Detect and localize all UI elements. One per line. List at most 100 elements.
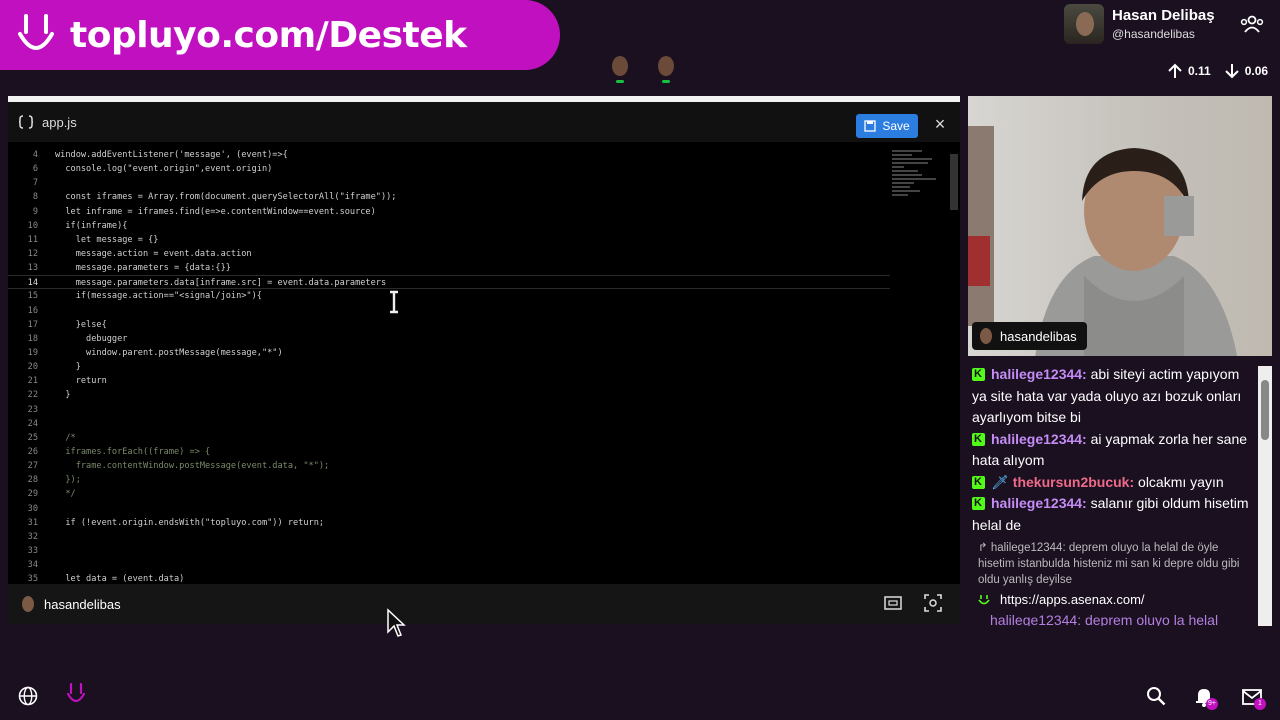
code-area[interactable]: 4 window.addEventListener('message', (eve… — [8, 148, 890, 584]
braces-icon — [18, 115, 34, 129]
code-line[interactable]: 35 let data = (event.data) — [8, 572, 890, 584]
code-text: } — [55, 390, 71, 401]
line-number: 4 — [32, 150, 38, 160]
chat-username[interactable]: halilege12344: — [991, 366, 1087, 382]
code-line[interactable]: 8 const iframes = Array.from(document.qu… — [8, 190, 890, 204]
people-icon[interactable] — [1240, 14, 1264, 34]
code-line[interactable]: 24 — [8, 417, 890, 431]
line-number: 17 — [27, 319, 38, 330]
code-line[interactable]: 31 if (!event.origin.endsWith("topluyo.c… — [8, 516, 890, 530]
avatar — [1064, 4, 1104, 44]
code-line[interactable]: 29 */ — [8, 487, 890, 501]
code-text: const iframes = Array.from(document.quer… — [55, 192, 397, 203]
line-number: 26 — [27, 446, 38, 457]
code-line[interactable]: 20 } — [8, 360, 890, 374]
code-line[interactable]: 30 — [8, 502, 890, 516]
code-line[interactable]: 25 /* — [8, 431, 890, 445]
line-number: 19 — [27, 347, 38, 358]
chat-username[interactable]: halilege12344: — [991, 431, 1087, 447]
code-line[interactable]: 26 iframes.forEach((frame) => { — [8, 445, 890, 459]
arrow-up-icon — [1168, 63, 1182, 78]
upload-value: 0.11 — [1188, 64, 1211, 78]
profile-handle: @hasandelibas — [1112, 27, 1195, 41]
line-number: 23 — [27, 404, 38, 415]
webcam-username: hasandelibas — [1000, 328, 1077, 344]
code-line[interactable]: 22 } — [8, 388, 890, 402]
line-number: 22 — [27, 390, 38, 401]
line-number: 28 — [27, 475, 38, 486]
code-line[interactable]: 18 debugger — [8, 332, 890, 346]
kick-badge-icon — [972, 493, 985, 515]
download-value: 0.06 — [1244, 64, 1269, 78]
line-number: 24 — [27, 418, 38, 429]
code-line[interactable]: 14 message.parameters.data[inframe.src] … — [8, 275, 890, 290]
code-text: */ — [55, 489, 76, 500]
code-line[interactable]: 34 — [8, 558, 890, 572]
code-text: }); — [55, 475, 81, 486]
line-number: 20 — [27, 362, 38, 373]
kick-badge-icon — [972, 364, 985, 386]
code-line[interactable]: 15 if(message.action=="<signal/join>"){ — [8, 289, 890, 303]
banner-text: topluyo.com/Destek — [70, 14, 467, 56]
code-line[interactable]: 17 }else{ — [8, 318, 890, 332]
line-number: 31 — [27, 517, 38, 528]
line-number: 13 — [27, 263, 38, 274]
footer-username: hasandelibas — [44, 596, 121, 612]
line-number: 32 — [27, 531, 38, 542]
code-line[interactable]: 4 window.addEventListener('message', (eve… — [8, 148, 890, 162]
code-line[interactable]: 10 if(inframe){ — [8, 219, 890, 233]
code-line[interactable]: 13 message.parameters = {data:{}} — [8, 261, 890, 275]
code-line[interactable]: 6 console.log("event.origin",event.origi… — [8, 162, 890, 176]
code-text: message.parameters.data[inframe.src] = e… — [55, 278, 387, 289]
topluyo-home-icon[interactable] — [66, 682, 86, 706]
mouse-pointer-icon — [387, 608, 406, 637]
viewer-avatars — [608, 56, 678, 86]
profile-header[interactable]: Hasan Delibaş @hasandelibas — [1064, 4, 1215, 44]
chat-message: halilege12344: abi siteyi actim yapıyom … — [968, 364, 1256, 429]
screen-share-icon[interactable] — [884, 596, 902, 610]
code-line[interactable]: 9 let inframe = iframes.find(e=>e.conten… — [8, 205, 890, 219]
screenshot-icon[interactable] — [924, 594, 942, 612]
code-line[interactable]: 27 frame.contentWindow.postMessage(event… — [8, 459, 890, 473]
code-text: } — [55, 362, 81, 373]
viewer-avatar[interactable] — [608, 56, 632, 86]
avatar — [980, 328, 992, 344]
line-number: 15 — [27, 291, 38, 302]
line-number: 33 — [27, 545, 38, 556]
save-button[interactable]: Save — [856, 114, 918, 138]
code-line[interactable]: 16 — [8, 304, 890, 318]
globe-icon[interactable] — [18, 686, 38, 706]
chat-link[interactable]: https://apps.asenax.com/ — [1000, 592, 1145, 607]
line-number: 16 — [27, 305, 38, 316]
webcam-feed — [968, 96, 1272, 356]
kick-badge-icon — [972, 429, 985, 450]
code-line[interactable]: 32 — [8, 530, 890, 544]
chat-link-row[interactable]: https://apps.asenax.com/ — [968, 588, 1256, 611]
code-line[interactable]: 21 return — [8, 374, 890, 388]
search-icon[interactable] — [1146, 686, 1166, 706]
code-line[interactable]: 19 window.parent.postMessage(message,"*"… — [8, 346, 890, 360]
code-line[interactable]: 28 }); — [8, 473, 890, 487]
line-number: 35 — [27, 574, 38, 584]
save-icon — [864, 120, 876, 132]
close-button[interactable]: × — [932, 115, 948, 133]
viewer-avatar[interactable] — [654, 56, 678, 86]
line-number: 34 — [27, 560, 38, 571]
line-number: 14 — [27, 278, 38, 289]
code-line[interactable]: 11 let message = {} — [8, 233, 890, 247]
line-number: 8 — [32, 192, 38, 203]
code-text: message.action = event.data.action — [55, 248, 252, 259]
chat-scrollbar[interactable] — [1258, 366, 1272, 626]
code-line[interactable]: 23 — [8, 403, 890, 417]
code-text: }else{ — [55, 319, 107, 330]
editor-scrollbar[interactable] — [950, 154, 958, 210]
code-line[interactable]: 7 — [8, 176, 890, 190]
code-line[interactable]: 33 — [8, 544, 890, 558]
chat-username[interactable]: halilege12344: — [991, 495, 1087, 511]
code-text: if(message.action=="<signal/join>"){ — [55, 291, 262, 302]
code-line[interactable]: 12 message.action = event.data.action — [8, 247, 890, 261]
chat-username[interactable]: thekursun2bucuk: — [1013, 474, 1134, 490]
code-text: if (!event.origin.endsWith("topluyo.com"… — [55, 517, 325, 528]
code-minimap[interactable] — [892, 148, 948, 218]
